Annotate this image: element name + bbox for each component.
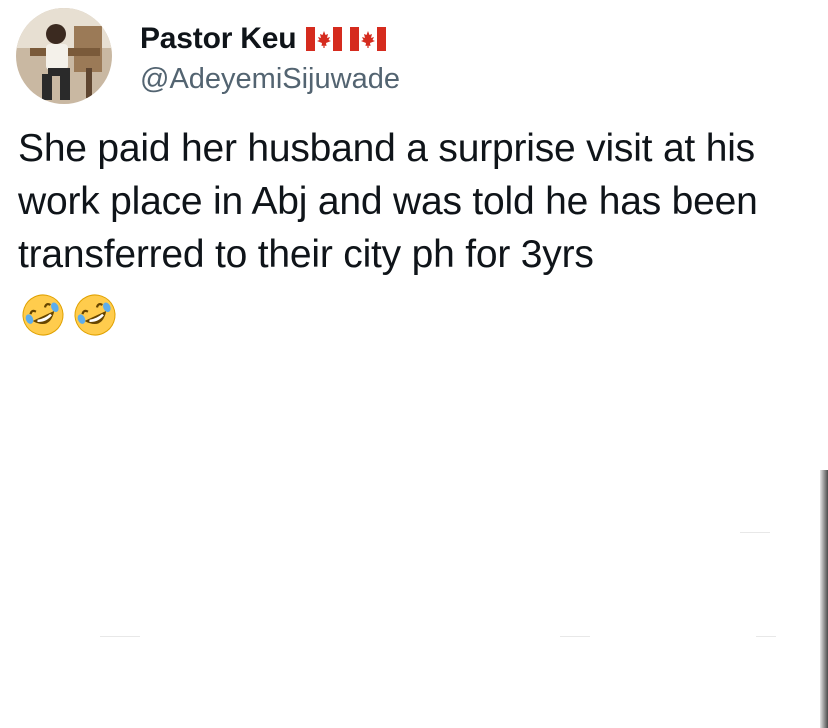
canada-flag-icon — [306, 26, 343, 51]
screen-edge — [820, 470, 828, 728]
divider — [560, 636, 590, 637]
user-names: Pastor Keu @AdeyemiSijuwade — [140, 17, 400, 96]
divider — [756, 636, 776, 637]
divider — [100, 636, 140, 637]
divider — [740, 532, 770, 533]
rolling-on-floor-laughing-emoji — [20, 292, 66, 338]
tweet-text: She paid her husband a surprise visit at… — [18, 127, 758, 276]
display-name[interactable]: Pastor Keu — [140, 22, 297, 56]
display-name-row: Pastor Keu — [140, 17, 400, 61]
user-handle[interactable]: @AdeyemiSijuwade — [140, 63, 400, 96]
avatar[interactable] — [16, 8, 112, 104]
tweet-card: Pastor Keu @AdeyemiSijuwade She paid her… — [0, 0, 828, 728]
tweet-header: Pastor Keu @AdeyemiSijuwade — [16, 8, 400, 104]
emoji-row — [20, 292, 118, 338]
canada-flag-icon — [350, 26, 387, 51]
rolling-on-floor-laughing-emoji — [72, 292, 118, 338]
